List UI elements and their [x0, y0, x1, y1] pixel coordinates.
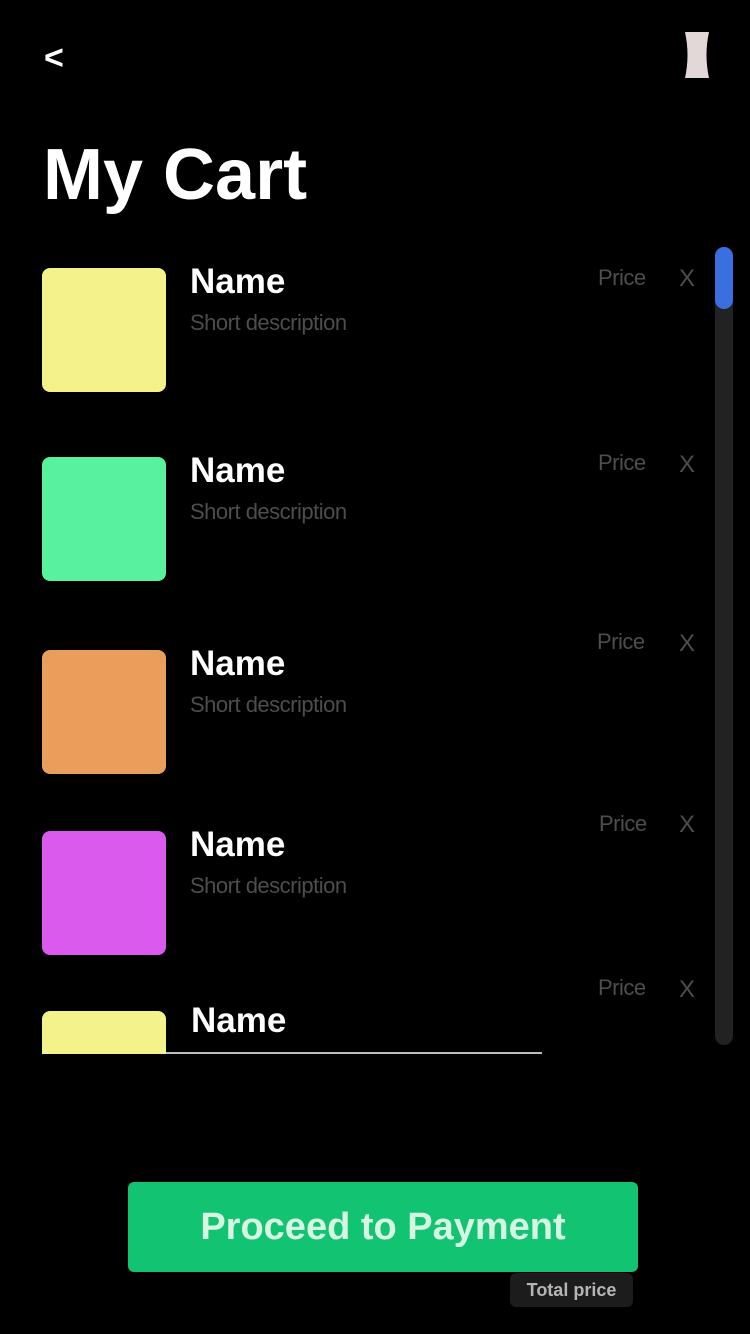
remove-item-button[interactable]: X — [679, 977, 695, 1003]
product-image — [42, 650, 166, 774]
product-image — [42, 831, 166, 955]
item-price: Price — [598, 450, 646, 475]
cart-item: Name Short description Price X — [0, 629, 700, 800]
back-button[interactable]: < — [44, 36, 84, 80]
cart-item: Name Short description Price X — [0, 262, 700, 418]
scrollbar-thumb[interactable] — [715, 247, 733, 309]
item-name: Name — [190, 644, 286, 683]
item-description: Short description — [190, 692, 347, 717]
cart-item: Name Short description Price X — [0, 811, 700, 981]
shopping-bag-icon[interactable] — [682, 30, 712, 80]
product-image — [42, 1011, 166, 1054]
item-name: Name — [190, 451, 286, 490]
item-price: Price — [597, 629, 645, 654]
item-description: Short description — [190, 873, 347, 898]
scrollbar[interactable] — [715, 247, 733, 1045]
list-divider — [166, 1052, 542, 1054]
item-name: Name — [190, 262, 286, 301]
item-name: Name — [190, 825, 286, 864]
page-title: My Cart — [43, 135, 308, 215]
remove-item-button[interactable]: X — [679, 452, 695, 478]
proceed-to-payment-button[interactable]: Proceed to Payment — [128, 1182, 638, 1272]
item-price: Price — [598, 265, 646, 290]
remove-item-button[interactable]: X — [679, 812, 695, 838]
cart-item: Name Short description Price X — [0, 450, 700, 607]
item-price: Price — [599, 811, 647, 836]
product-image — [42, 457, 166, 581]
cart-item-list[interactable]: Name Short description Price X Name Shor… — [0, 240, 750, 1054]
item-description: Short description — [190, 310, 347, 335]
item-name: Name — [191, 1001, 287, 1040]
item-price: Price — [598, 975, 646, 1000]
remove-item-button[interactable]: X — [679, 266, 695, 292]
remove-item-button[interactable]: X — [679, 631, 695, 657]
cart-item: Name Price X — [0, 975, 700, 1054]
product-image — [42, 268, 166, 392]
item-description: Short description — [190, 499, 347, 524]
total-price-label: Total price — [510, 1273, 633, 1307]
